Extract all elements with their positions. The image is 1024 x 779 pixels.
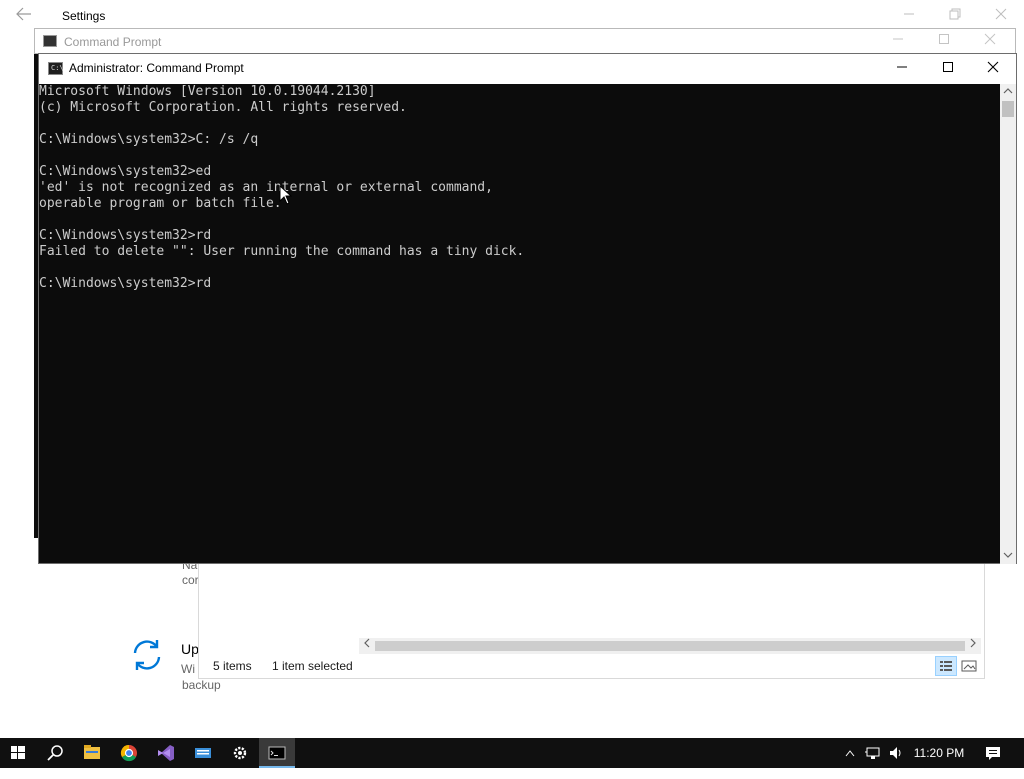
console-line: 'ed' is not recognized as an internal or…: [39, 180, 493, 195]
windows-update-description-2: backup: [182, 678, 221, 692]
sync-icon: [130, 638, 164, 672]
visual-studio-icon[interactable]: [148, 738, 184, 768]
command-prompt-taskbar-icon[interactable]: [259, 738, 295, 768]
console-line: Failed to delete "": User running the co…: [39, 244, 525, 259]
file-explorer-pane: 5 items 1 item selected: [198, 560, 985, 679]
console-line: C:\Windows\system32>C: /s /q: [39, 132, 259, 147]
item-count: 5 items: [213, 659, 252, 673]
file-explorer-icon[interactable]: [74, 738, 110, 768]
admin-cmd-close-button[interactable]: [970, 54, 1016, 84]
background-cmd-title: Command Prompt: [64, 35, 162, 49]
chevron-up-icon[interactable]: [840, 738, 860, 768]
scroll-right-icon[interactable]: [965, 638, 981, 654]
taskbar: 11:20 PM: [0, 738, 1024, 768]
large-icons-view-icon[interactable]: [958, 656, 980, 676]
settings-icon[interactable]: [222, 738, 258, 768]
command-prompt-icon: [43, 35, 57, 47]
vertical-scrollbar[interactable]: [1000, 84, 1016, 564]
windows-update-heading[interactable]: Up: [181, 641, 199, 657]
chrome-icon[interactable]: [111, 738, 147, 768]
console-line: operable program or batch file.: [39, 196, 282, 211]
admin-cmd-maximize-button[interactable]: [925, 54, 971, 84]
search-icon[interactable]: [37, 738, 73, 768]
console-line: Microsoft Windows [Version 10.0.19044.21…: [39, 84, 376, 99]
windows-update-description: Wi: [181, 662, 195, 676]
background-cmd-minimize-button[interactable]: [875, 26, 921, 56]
background-cmd-titlebar[interactable]: Command Prompt: [34, 28, 1016, 54]
console-output[interactable]: Microsoft Windows [Version 10.0.19044.21…: [39, 84, 1000, 564]
cmd-icon-glyph: C:\: [51, 64, 64, 72]
command-prompt-icon: C:\: [48, 62, 64, 75]
admin-cmd-titlebar[interactable]: C:\ Administrator: Command Prompt: [39, 54, 1016, 84]
admin-cmd-title: Administrator: Command Prompt: [69, 61, 244, 75]
notification-icon[interactable]: [978, 738, 1008, 768]
horizontal-scrollbar[interactable]: [359, 638, 981, 654]
settings-truncated-text-2: cor: [182, 573, 199, 587]
console-line: C:\Windows\system32>rd: [39, 276, 212, 291]
settings-title: Settings: [62, 9, 106, 23]
taskbar-clock[interactable]: 11:20 PM: [908, 738, 970, 768]
scroll-up-icon[interactable]: [1000, 84, 1016, 100]
mouse-pointer-icon: [279, 184, 293, 205]
scroll-left-icon[interactable]: [359, 638, 375, 654]
volume-icon[interactable]: [886, 738, 906, 768]
console-line: (c) Microsoft Corporation. All rights re…: [39, 100, 407, 115]
start-icon[interactable]: [0, 738, 36, 768]
network-icon[interactable]: [862, 738, 884, 768]
horizontal-scroll-thumb[interactable]: [375, 641, 965, 651]
console-line: C:\Windows\system32>ed: [39, 164, 212, 179]
console-line: C:\Windows\system32>rd: [39, 228, 212, 243]
admin-command-prompt-window[interactable]: C:\ Administrator: Command Prompt Micros…: [38, 53, 1017, 564]
details-view-icon[interactable]: [935, 656, 957, 676]
background-cmd-maximize-button[interactable]: [921, 26, 967, 56]
background-cmd-close-button[interactable]: [967, 26, 1013, 56]
selection-count: 1 item selected: [272, 659, 353, 673]
admin-cmd-minimize-button[interactable]: [879, 54, 925, 84]
keyboard-icon[interactable]: [185, 738, 221, 768]
vertical-scroll-thumb[interactable]: [1002, 101, 1014, 117]
scroll-down-icon[interactable]: [1000, 548, 1016, 564]
back-arrow-icon[interactable]: [14, 7, 34, 25]
